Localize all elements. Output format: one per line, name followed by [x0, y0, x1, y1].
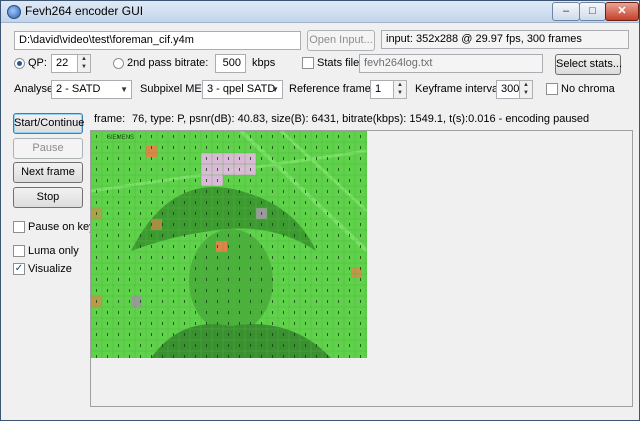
spin-up-icon[interactable]: ▲	[78, 55, 90, 63]
bitrate-label: 2nd pass bitrate:	[127, 57, 209, 69]
select-stats-button[interactable]: Select stats...	[555, 54, 622, 75]
keyint-spinner[interactable]: ▲ ▼	[519, 80, 533, 99]
bitrate-input[interactable]: 500	[215, 54, 246, 73]
open-input-button[interactable]: Open Input...	[307, 30, 375, 51]
spin-up-icon[interactable]: ▲	[394, 81, 406, 89]
chevron-down-icon: ▼	[271, 85, 279, 94]
subpixel-value: 3 - qpel SATD	[207, 83, 276, 95]
motion-vector-grid	[91, 131, 367, 358]
spin-up-icon[interactable]: ▲	[520, 81, 532, 89]
bitrate-radio[interactable]	[113, 58, 124, 69]
stats-file-checkbox[interactable]	[302, 57, 314, 69]
qp-input[interactable]: 22	[51, 54, 79, 73]
window-title: Fevh264 encoder GUI	[25, 4, 144, 18]
no-chroma-checkbox[interactable]	[546, 83, 558, 95]
subpixel-select[interactable]: 3 - qpel SATD ▼	[202, 80, 283, 99]
start-continue-button[interactable]: Start/Continue	[13, 113, 84, 134]
spin-down-icon[interactable]: ▼	[78, 63, 90, 71]
visualize-label: Visualize	[28, 263, 72, 275]
luma-only-label: Luma only	[28, 245, 79, 257]
app-icon	[7, 5, 21, 19]
maximize-button[interactable]: □	[579, 2, 606, 21]
input-info: input: 352x288 @ 29.97 fps, 300 frames	[381, 30, 629, 49]
close-button[interactable]: ✕	[605, 2, 639, 21]
stats-file-label: Stats file:	[317, 57, 363, 69]
visualize-checkbox[interactable]: ✓	[13, 263, 25, 275]
video-frame-preview: SIEMENS	[91, 131, 367, 358]
chevron-down-icon: ▼	[120, 85, 128, 94]
pause-button[interactable]: Pause	[13, 138, 83, 159]
title-bar[interactable]: Fevh264 encoder GUI – □ ✕	[1, 1, 639, 23]
ref-frames-input[interactable]: 1	[370, 80, 395, 99]
luma-only-checkbox[interactable]	[13, 245, 25, 257]
spin-down-icon[interactable]: ▼	[520, 89, 532, 97]
next-frame-button[interactable]: Next frame	[13, 162, 83, 183]
subpixel-label: Subpixel ME:	[140, 83, 205, 95]
qp-radio[interactable]	[14, 58, 25, 69]
analyse-select[interactable]: 2 - SATD ▼	[51, 80, 132, 99]
keyint-label: Keyframe interval:	[415, 83, 504, 95]
bitrate-unit: kbps	[252, 57, 276, 69]
keyint-input[interactable]: 300	[496, 80, 521, 99]
analyse-value: 2 - SATD	[56, 83, 101, 95]
analyse-label: Analyse:	[14, 83, 57, 95]
macroblock-overlay: SIEMENS	[91, 131, 367, 358]
stop-button[interactable]: Stop	[13, 187, 83, 208]
no-chroma-label: No chroma	[561, 83, 615, 95]
ref-frames-spinner[interactable]: ▲ ▼	[393, 80, 407, 99]
siemens-watermark: SIEMENS	[107, 135, 134, 141]
pause-on-key-label: Pause on key	[28, 221, 95, 233]
pause-on-key-checkbox[interactable]	[13, 221, 25, 233]
qp-label: QP:	[28, 57, 47, 69]
frame-info: 76, type: P, psnr(dB): 40.83, size(B): 6…	[132, 113, 590, 125]
input-path-field[interactable]: D:\david\video\test\foreman_cif.y4m	[14, 31, 301, 50]
spin-down-icon[interactable]: ▼	[394, 89, 406, 97]
stats-file-field[interactable]: fevh264log.txt	[359, 54, 543, 73]
ref-frames-label: Reference frames:	[289, 83, 380, 95]
qp-spinner[interactable]: ▲ ▼	[77, 54, 91, 73]
frame-label: frame:	[94, 113, 126, 125]
main-window: Fevh264 encoder GUI – □ ✕ D:\david\video…	[0, 0, 640, 421]
minimize-button[interactable]: –	[552, 2, 580, 21]
